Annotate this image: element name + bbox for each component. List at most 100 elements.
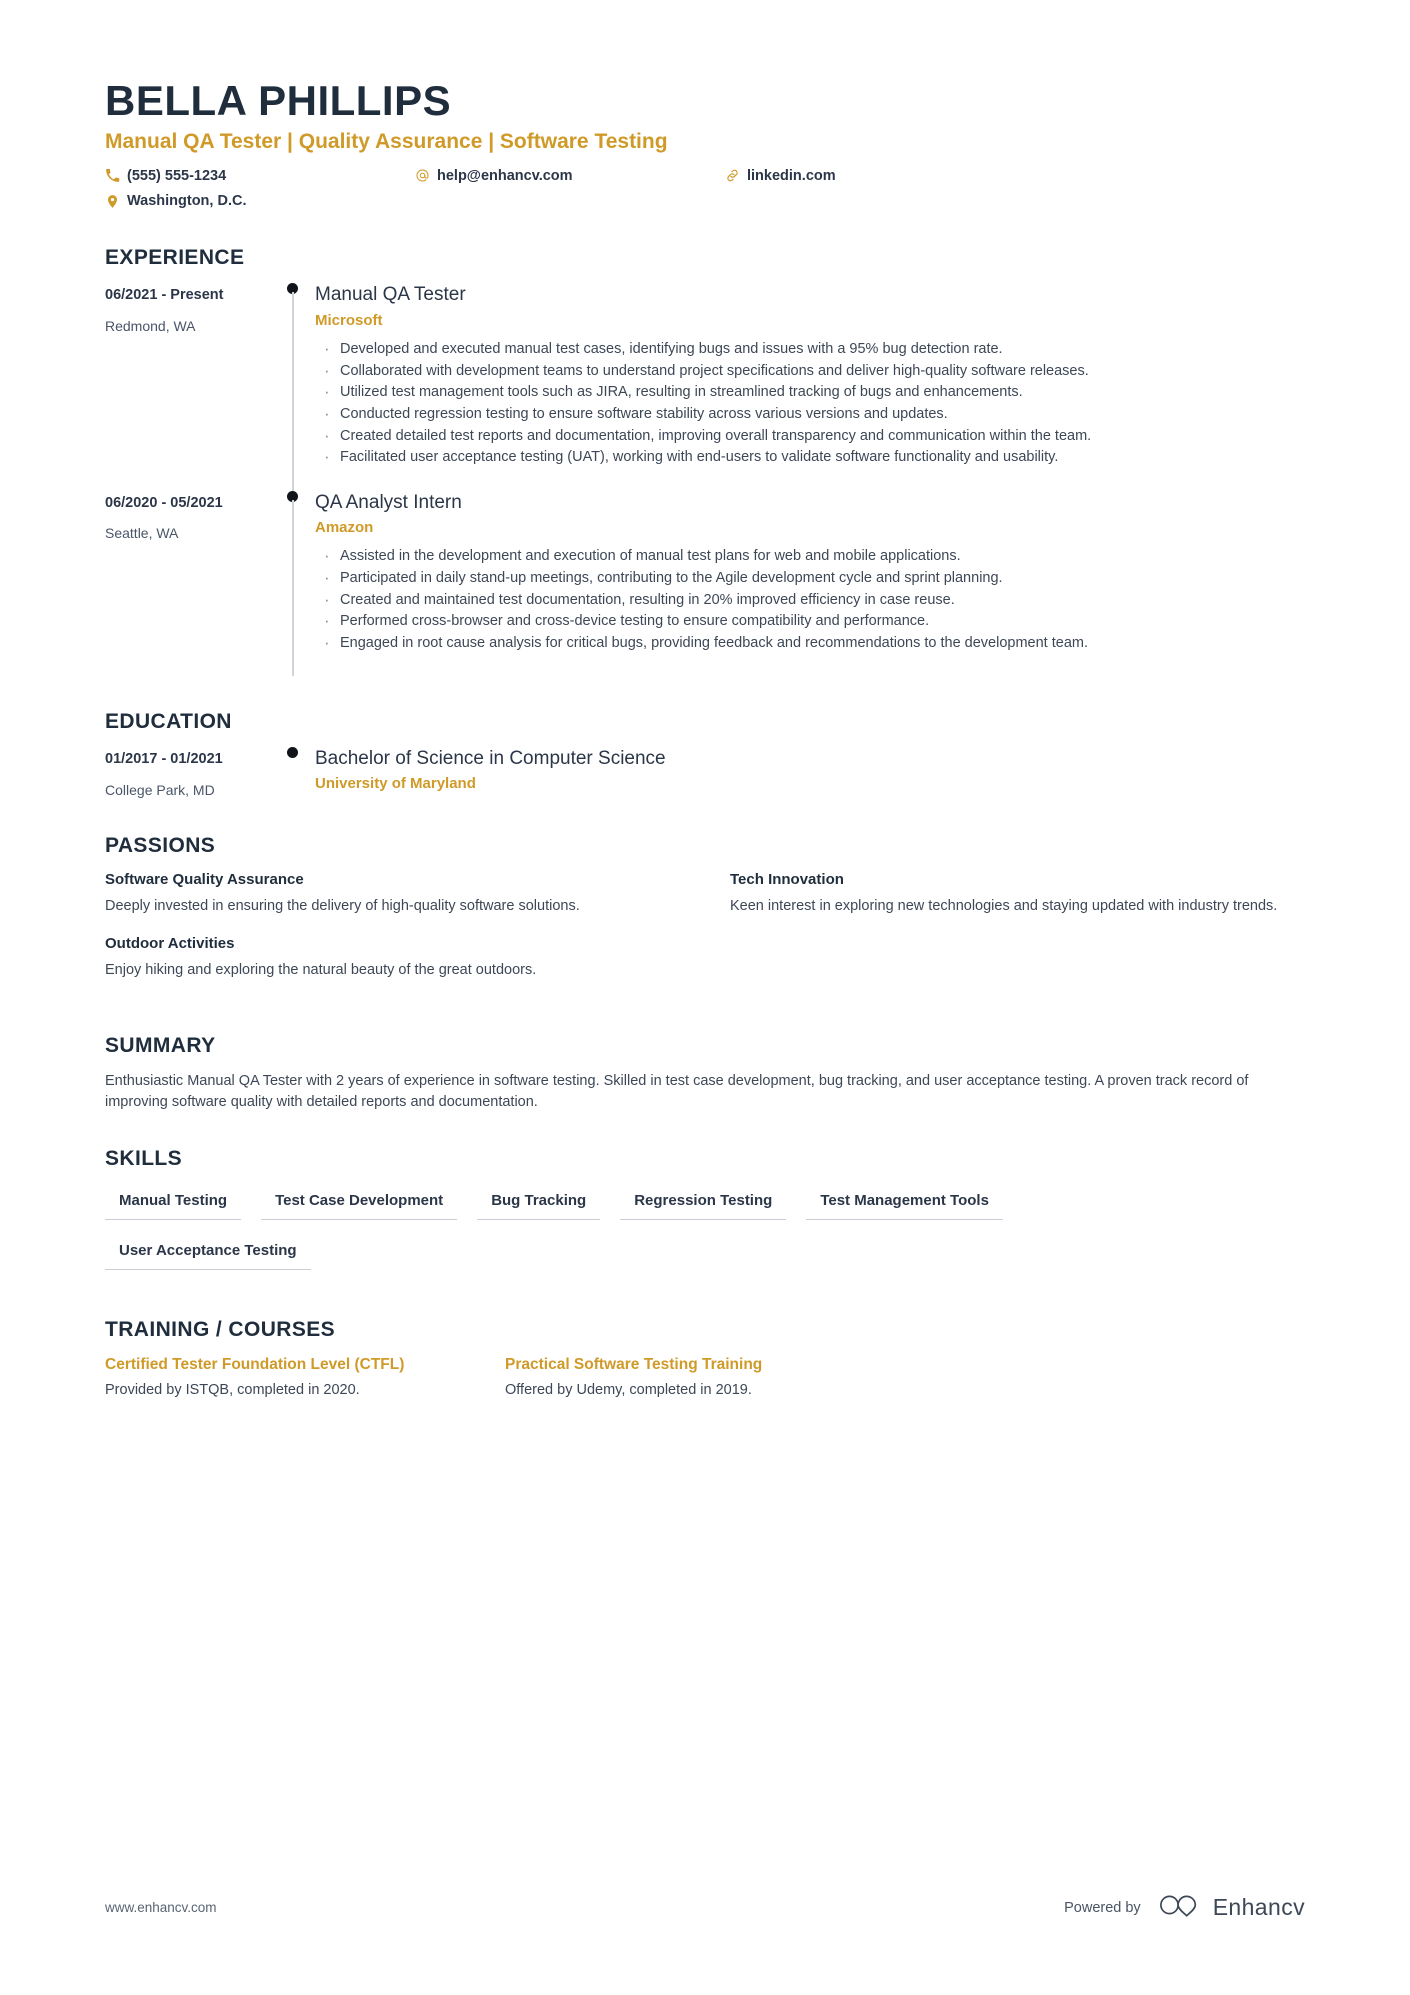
footer-branding: Powered by Enhancv bbox=[1064, 1892, 1305, 1923]
summary-section: SUMMARY Enthusiastic Manual QA Tester wi… bbox=[105, 1034, 1305, 1113]
summary-heading: SUMMARY bbox=[105, 1033, 216, 1057]
contact-linkedin-value: linkedin.com bbox=[747, 167, 836, 184]
skills-section: SKILLS Manual Testing Test Case Developm… bbox=[105, 1147, 1305, 1284]
contact-column-left: (555) 555-1234 Washington, D.C. bbox=[105, 165, 415, 213]
passion-title: Outdoor Activities bbox=[105, 935, 235, 953]
passion-description: Deeply invested in ensuring the delivery… bbox=[105, 897, 580, 914]
resume-page: BELLA PHILLIPS Manual QA Tester | Qualit… bbox=[0, 0, 1410, 1995]
experience-heading: EXPERIENCE bbox=[105, 246, 245, 270]
passion-item: Tech Innovation Keen interest in explori… bbox=[730, 871, 1305, 917]
skill-chip: Bug Tracking bbox=[477, 1184, 601, 1220]
experience-entry-meta: 06/2021 - Present Redmond, WA bbox=[105, 283, 273, 490]
education-location: College Park, MD bbox=[105, 781, 215, 798]
passion-item: Software Quality Assurance Deeply invest… bbox=[105, 871, 680, 917]
summary-text: Enthusiastic Manual QA Tester with 2 yea… bbox=[105, 1072, 1249, 1110]
training-grid: Certified Tester Foundation Level (CTFL)… bbox=[105, 1355, 1305, 1401]
experience-bullet: Created and maintained test documentatio… bbox=[315, 588, 1305, 612]
resume-header: BELLA PHILLIPS Manual QA Tester | Qualit… bbox=[105, 0, 1305, 212]
skills-heading: SKILLS bbox=[105, 1146, 183, 1170]
experience-job-title: Manual QA Tester bbox=[315, 284, 466, 306]
education-section: EDUCATION 01/2017 - 01/2021 College Park… bbox=[105, 710, 1305, 799]
experience-bullet: Developed and executed manual test cases… bbox=[315, 337, 1305, 361]
experience-bullet: Conducted regression testing to ensure s… bbox=[315, 402, 1305, 426]
passion-item: Outdoor Activities Enjoy hiking and expl… bbox=[105, 935, 680, 981]
experience-bullet: Performed cross-browser and cross-device… bbox=[315, 609, 1305, 633]
contact-location: Washington, D.C. bbox=[105, 190, 415, 212]
candidate-headline: Manual QA Tester | Quality Assurance | S… bbox=[105, 130, 668, 154]
location-pin-icon bbox=[105, 194, 120, 209]
contact-location-value: Washington, D.C. bbox=[127, 193, 247, 210]
experience-section: EXPERIENCE 06/2021 - Present Redmond, WA… bbox=[105, 246, 1305, 677]
experience-date: 06/2021 - Present bbox=[105, 287, 224, 304]
timeline-rail bbox=[273, 283, 315, 491]
training-item: Practical Software Testing Training Offe… bbox=[505, 1355, 1305, 1401]
skill-chip: Test Case Development bbox=[261, 1184, 458, 1220]
education-heading: EDUCATION bbox=[105, 710, 232, 734]
experience-entry: 06/2021 - Present Redmond, WA Manual QA … bbox=[105, 283, 1305, 491]
training-title: Practical Software Testing Training bbox=[505, 1355, 763, 1373]
contact-column-middle: help@enhancv.com bbox=[415, 165, 725, 187]
passions-section: PASSIONS Software Quality Assurance Deep… bbox=[105, 834, 1305, 1000]
passion-title: Tech Innovation bbox=[730, 870, 844, 888]
skills-list: Manual Testing Test Case Development Bug… bbox=[105, 1184, 1215, 1284]
timeline-line bbox=[292, 292, 294, 491]
skill-chip: Manual Testing bbox=[105, 1184, 242, 1220]
experience-entry-meta: 06/2020 - 05/2021 Seattle, WA bbox=[105, 491, 273, 677]
experience-bullet: Engaged in root cause analysis for criti… bbox=[315, 631, 1305, 655]
experience-job-title: QA Analyst Intern bbox=[315, 491, 462, 513]
timeline-dot-icon bbox=[287, 747, 298, 759]
education-school: University of Maryland bbox=[315, 775, 476, 793]
at-sign-icon bbox=[415, 168, 430, 183]
experience-date: 06/2020 - 05/2021 bbox=[105, 494, 223, 511]
training-description: Provided by ISTQB, completed in 2020. bbox=[105, 1382, 360, 1399]
training-heading: TRAINING / COURSES bbox=[105, 1317, 336, 1341]
experience-location: Redmond, WA bbox=[105, 318, 196, 335]
passions-grid: Software Quality Assurance Deeply invest… bbox=[105, 871, 1305, 1000]
passions-heading: PASSIONS bbox=[105, 833, 216, 857]
contact-column-right: linkedin.com bbox=[725, 165, 1035, 187]
experience-company: Amazon bbox=[315, 519, 374, 537]
experience-entry: 06/2020 - 05/2021 Seattle, WA QA Analyst… bbox=[105, 490, 1305, 677]
experience-entry-body: QA Analyst Intern Amazon Assisted in the… bbox=[315, 491, 1305, 677]
experience-bullet-list: Developed and executed manual test cases… bbox=[315, 337, 1305, 469]
enhancv-mark-icon bbox=[1157, 1892, 1203, 1923]
training-description: Offered by Udemy, completed in 2019. bbox=[505, 1382, 752, 1399]
training-section: TRAINING / COURSES Certified Tester Foun… bbox=[105, 1318, 1305, 1401]
skill-chip: Test Management Tools bbox=[806, 1184, 1003, 1220]
page-footer: www.enhancv.com Powered by Enhancv bbox=[105, 1892, 1305, 1923]
training-item: Certified Tester Foundation Level (CTFL)… bbox=[105, 1355, 505, 1401]
experience-bullet: Created detailed test reports and docume… bbox=[315, 424, 1305, 448]
experience-company: Microsoft bbox=[315, 312, 383, 330]
link-icon bbox=[725, 168, 740, 183]
contact-email-value: help@enhancv.com bbox=[437, 167, 573, 184]
timeline-rail bbox=[273, 490, 315, 677]
timeline-line bbox=[292, 499, 294, 677]
skill-chip: Regression Testing bbox=[620, 1184, 787, 1220]
experience-bullet-list: Assisted in the development and executio… bbox=[315, 544, 1305, 655]
enhancv-logo: Enhancv bbox=[1157, 1892, 1305, 1923]
phone-icon bbox=[105, 168, 120, 183]
experience-entry-body: Manual QA Tester Microsoft Developed and… bbox=[315, 283, 1305, 490]
contact-linkedin[interactable]: linkedin.com bbox=[725, 165, 1035, 187]
experience-bullet: Participated in daily stand-up meetings,… bbox=[315, 566, 1305, 590]
timeline-rail bbox=[273, 747, 315, 799]
passion-description: Enjoy hiking and exploring the natural b… bbox=[105, 962, 537, 979]
education-entry-body: Bachelor of Science in Computer Science … bbox=[315, 747, 1305, 799]
experience-bullet: Facilitated user acceptance testing (UAT… bbox=[315, 445, 1305, 469]
contact-email[interactable]: help@enhancv.com bbox=[415, 165, 725, 187]
passion-title: Software Quality Assurance bbox=[105, 870, 304, 888]
experience-bullet: Utilized test management tools such as J… bbox=[315, 380, 1305, 404]
powered-by-label: Powered by bbox=[1064, 1899, 1141, 1916]
candidate-name: BELLA PHILLIPS bbox=[105, 77, 452, 124]
enhancv-wordmark: Enhancv bbox=[1212, 1894, 1305, 1920]
education-entry: 01/2017 - 01/2021 College Park, MD Bache… bbox=[105, 747, 1305, 799]
education-entry-meta: 01/2017 - 01/2021 College Park, MD bbox=[105, 747, 273, 799]
passion-description: Keen interest in exploring new technolog… bbox=[730, 897, 1278, 914]
contact-row: (555) 555-1234 Washington, D.C. help@enh… bbox=[105, 165, 1305, 213]
experience-bullet: Collaborated with development teams to u… bbox=[315, 359, 1305, 383]
education-degree: Bachelor of Science in Computer Science bbox=[315, 748, 666, 770]
contact-phone[interactable]: (555) 555-1234 bbox=[105, 165, 415, 187]
footer-website-url[interactable]: www.enhancv.com bbox=[105, 1900, 217, 1915]
education-date: 01/2017 - 01/2021 bbox=[105, 751, 223, 768]
experience-bullet: Assisted in the development and executio… bbox=[315, 544, 1305, 568]
